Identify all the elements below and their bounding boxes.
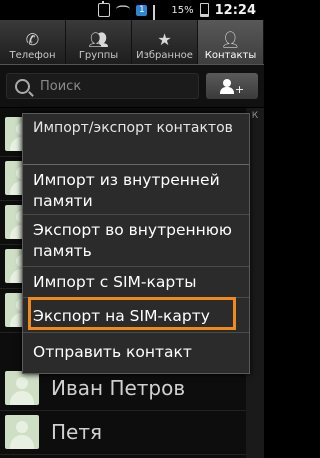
star-icon: ★ <box>157 30 172 49</box>
avatar <box>5 371 39 405</box>
tab-groups[interactable]: 👥︎ Группы <box>66 20 132 64</box>
notification-icon <box>98 1 111 17</box>
status-bar: 1 15% 12:24 <box>0 0 264 32</box>
wifi-icon <box>116 5 131 15</box>
search-row: Поиск + <box>0 65 264 107</box>
search-input[interactable]: Поиск <box>6 73 199 99</box>
menu-item-label: Отправить контакт <box>33 342 192 361</box>
contact-name: Петя <box>51 420 103 444</box>
signal-icon <box>153 4 165 32</box>
tab-label: Группы <box>78 50 119 61</box>
highlight-frame <box>28 297 236 330</box>
clock: 12:24 <box>214 2 256 18</box>
tab-phone[interactable]: ✆ Телефон <box>0 20 66 64</box>
avatar <box>5 415 39 449</box>
tab-bar: ✆ Телефон 👥︎ Группы ★ Избранное 👤︎ Конта… <box>0 20 264 65</box>
add-contact-button[interactable]: + <box>206 73 258 99</box>
tab-favorites[interactable]: ★ Избранное <box>132 20 198 64</box>
search-placeholder: Поиск <box>40 78 82 94</box>
menu-item-label: Экспорт во внутреннюю память <box>33 221 232 260</box>
list-item[interactable]: Петя <box>0 410 246 455</box>
search-icon <box>15 78 30 94</box>
tab-label: Избранное <box>136 50 193 61</box>
menu-item-label: Импорт с SIM-карты <box>33 273 197 291</box>
import-export-menu: Импорт/экспорт контактов Импорт из внутр… <box>22 113 250 374</box>
menu-item-import-sim[interactable]: Импорт с SIM-карты <box>23 268 249 298</box>
battery-icon <box>199 3 209 17</box>
menu-item-import-internal[interactable]: Импорт из внутренней памяти <box>23 167 249 215</box>
tab-contacts[interactable]: 👤︎ Контакты <box>198 20 264 64</box>
menu-title: Импорт/экспорт контактов <box>23 114 249 165</box>
menu-item-send-contact[interactable]: Отправить контакт <box>23 335 249 369</box>
groups-icon: 👥︎ <box>88 30 109 49</box>
contact-name: Иван Петров <box>51 376 186 400</box>
tab-label: Контакты <box>204 50 257 61</box>
menu-item-export-internal[interactable]: Экспорт во внутреннюю память <box>23 216 249 267</box>
battery-percent: 15% <box>171 4 194 16</box>
sim-badge-icon: 1 <box>136 4 148 16</box>
contact-icon: 👤︎ <box>220 30 241 49</box>
phone-icon: ✆ <box>25 30 40 49</box>
tab-label: Телефон <box>9 50 56 61</box>
plus-icon: + <box>234 82 245 96</box>
menu-item-label: Импорт из внутренней памяти <box>33 170 220 210</box>
add-contact-icon <box>219 79 234 94</box>
